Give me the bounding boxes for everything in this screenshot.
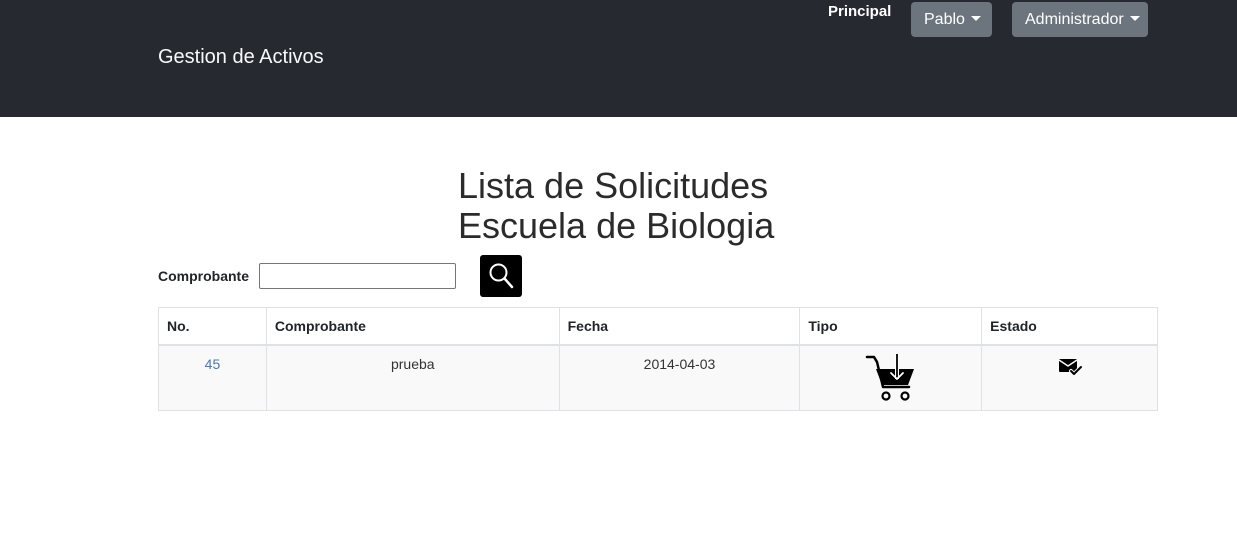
page-title-line1: Lista de Solicitudes	[458, 165, 769, 206]
request-number-link[interactable]: 45	[205, 356, 221, 372]
cell-no: 45	[158, 344, 267, 411]
search-icon	[489, 263, 514, 289]
column-header-tipo[interactable]: Tipo	[799, 307, 983, 346]
search-label: Comprobante	[158, 268, 249, 284]
user-dropdown-button[interactable]: Pablo	[911, 2, 992, 37]
column-header-estado[interactable]: Estado	[981, 307, 1158, 346]
brand-title[interactable]: Gestion de Activos	[158, 45, 324, 69]
page-title-line2: Escuela de Biologia	[458, 205, 775, 246]
cell-tipo	[799, 344, 983, 411]
requests-table: No. Comprobante Fecha Tipo Estado 45 pru…	[158, 307, 1158, 411]
table-row: 45 prueba 2014-04-03	[158, 344, 1158, 411]
column-header-comprobante[interactable]: Comprobante	[265, 307, 560, 346]
mail-check-icon[interactable]	[1057, 356, 1083, 378]
nav-link-principal[interactable]: Principal	[828, 2, 891, 22]
page-title: Lista de Solicitudes Escuela de Biologia	[458, 166, 774, 246]
top-navbar: Gestion de Activos Principal Pablo Admin…	[0, 0, 1237, 117]
column-header-no[interactable]: No.	[158, 307, 267, 346]
user-dropdown-label: Pablo	[924, 11, 965, 28]
caret-down-icon	[970, 16, 981, 21]
cell-comprobante: prueba	[265, 344, 560, 411]
cart-download-icon[interactable]	[865, 353, 917, 404]
table-header-row: No. Comprobante Fecha Tipo Estado	[158, 307, 1158, 346]
column-header-fecha[interactable]: Fecha	[558, 307, 801, 346]
cell-fecha: 2014-04-03	[558, 344, 801, 411]
cell-estado	[981, 344, 1158, 411]
caret-down-icon	[1129, 16, 1140, 21]
search-button[interactable]	[480, 255, 522, 297]
admin-dropdown-label: Administrador	[1025, 11, 1124, 28]
admin-dropdown-button[interactable]: Administrador	[1012, 2, 1148, 37]
search-input[interactable]	[259, 263, 456, 289]
